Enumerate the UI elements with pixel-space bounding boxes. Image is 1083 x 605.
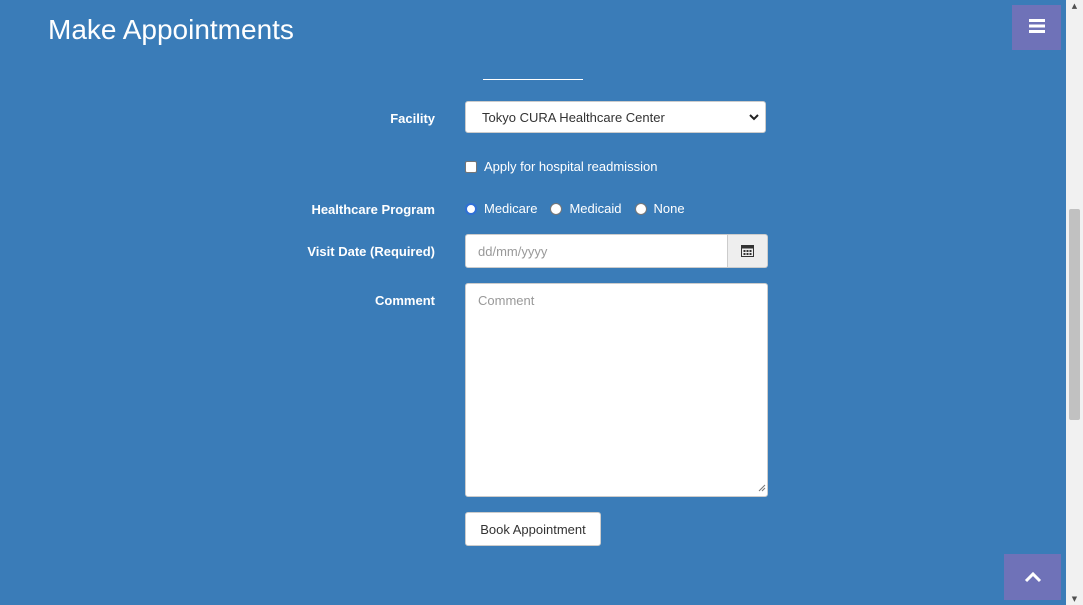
visit-date-placeholder: dd/mm/yyyy <box>478 243 548 259</box>
radio-medicare-label[interactable]: Medicare <box>484 201 537 216</box>
visit-date-input[interactable]: dd/mm/yyyy <box>465 234 728 268</box>
menu-toggle-button[interactable] <box>1012 5 1061 50</box>
radio-option-medicare[interactable]: Medicare <box>465 201 537 216</box>
comment-placeholder: Comment <box>478 293 535 308</box>
hamburger-menu-icon <box>1028 18 1045 37</box>
visit-date-group: dd/mm/yyyy <box>465 234 768 268</box>
readmission-checkbox-row: Apply for hospital readmission <box>465 159 657 174</box>
facility-select[interactable]: Tokyo CURA Healthcare Center <box>465 101 766 133</box>
radio-medicare[interactable] <box>465 202 477 215</box>
radio-none[interactable] <box>634 202 647 215</box>
readmission-label[interactable]: Apply for hospital readmission <box>484 159 657 174</box>
calendar-button[interactable] <box>728 234 768 268</box>
healthcare-program-radio-group: Medicare Medicaid None <box>465 201 698 216</box>
radio-option-none[interactable]: None <box>634 201 685 216</box>
chevron-up-icon <box>1024 568 1042 587</box>
radio-none-label[interactable]: None <box>654 201 685 216</box>
healthcare-program-label: Healthcare Program <box>311 202 435 217</box>
chevron-down-icon <box>747 110 761 127</box>
comment-label: Comment <box>375 293 435 308</box>
radio-medicaid[interactable] <box>550 202 563 215</box>
page-scrollbar[interactable]: ▲ ▼ <box>1066 0 1083 605</box>
calendar-icon <box>741 242 754 261</box>
scroll-down-arrow-icon[interactable]: ▼ <box>1066 593 1083 605</box>
page-title: Make Appointments <box>48 14 294 45</box>
title-divider <box>483 79 583 80</box>
facility-label: Facility <box>390 111 435 126</box>
readmission-checkbox[interactable] <box>465 160 477 173</box>
comment-textarea[interactable]: Comment <box>465 283 768 497</box>
radio-option-medicaid[interactable]: Medicaid <box>550 201 622 216</box>
scroll-to-top-button[interactable] <box>1004 554 1061 600</box>
resize-grip-icon[interactable] <box>757 480 766 495</box>
visit-date-label: Visit Date (Required) <box>307 244 435 259</box>
radio-medicaid-label[interactable]: Medicaid <box>569 201 621 216</box>
scroll-up-arrow-icon[interactable]: ▲ <box>1066 0 1083 12</box>
scrollbar-thumb[interactable] <box>1069 209 1080 420</box>
facility-select-value: Tokyo CURA Healthcare Center <box>482 109 665 125</box>
book-appointment-button[interactable]: Book Appointment <box>465 512 601 546</box>
